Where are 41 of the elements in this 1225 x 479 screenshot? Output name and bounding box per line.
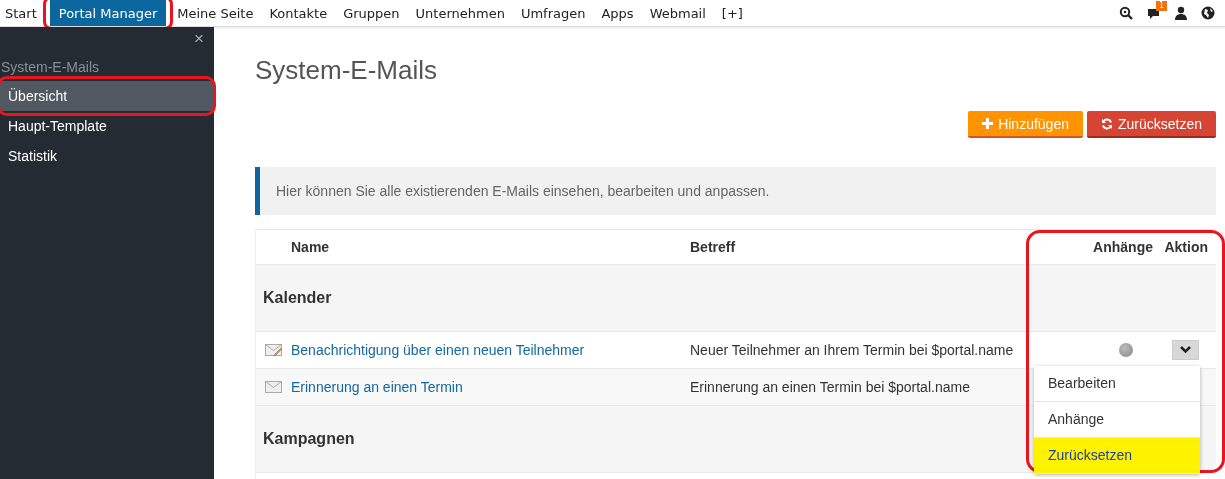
nav-tab[interactable]: Portal Manager <box>49 0 167 26</box>
subject-cell-text: Erinnerung an einen Termin bei $portal.name <box>690 379 971 395</box>
attachment-indicator <box>1119 343 1133 357</box>
subject-cell-text: Neuer Teilnehmer an Ihrem Termin bei $portal.name <box>690 342 1015 358</box>
nav-tab[interactable]: Start <box>0 0 42 26</box>
envelope-icon <box>265 380 282 394</box>
nav-tab[interactable]: Kontakte <box>264 0 333 26</box>
nav-tab[interactable]: Apps <box>596 0 639 26</box>
nav-tab[interactable]: Meine Seite <box>172 0 259 26</box>
column-header: Betreff <box>690 239 737 255</box>
reset-button[interactable]: Zurücksetzen <box>1086 111 1216 138</box>
sidebar-item[interactable]: Haupt-Template <box>0 111 214 141</box>
nav-tab[interactable]: [+] <box>716 0 748 26</box>
page-title: System-E-Mails <box>255 55 438 85</box>
chevron-down-icon <box>1180 346 1191 354</box>
nav-tab[interactable]: Umfragen <box>515 0 591 26</box>
nav-tab[interactable]: Unternehmen <box>410 0 510 26</box>
sidebar-item[interactable]: Statistik <box>0 141 214 171</box>
sidebar-heading: System-E-Mails <box>0 58 100 77</box>
envelope-icon <box>265 343 282 357</box>
plus-icon <box>982 118 994 129</box>
group-heading: Kalender <box>262 289 332 307</box>
search-icon[interactable] <box>1119 6 1133 20</box>
nav-tab[interactable]: Gruppen <box>338 0 405 26</box>
info-text: Hier können Sie alle existierenden E-Mails einsehen, bearbeiten und anpassen. <box>276 183 770 199</box>
close-button[interactable]: × <box>194 29 204 49</box>
column-header: Name <box>291 239 331 255</box>
chat-icon[interactable] <box>1147 6 1161 20</box>
notification-badge: 1 <box>1156 1 1168 11</box>
nav-tab[interactable]: Webmail <box>644 0 711 26</box>
mail-link[interactable]: Benachrichtigung über einen neuen Teilnehmer <box>291 342 585 358</box>
user-icon[interactable] <box>1175 6 1187 20</box>
column-header: Aktion <box>1163 239 1209 255</box>
group-heading: Kampagnen <box>262 430 355 448</box>
refresh-icon <box>1100 117 1113 130</box>
mail-link[interactable]: Erinnerung an einen Termin <box>291 379 463 395</box>
menu-item[interactable]: Zurücksetzen <box>1034 438 1200 474</box>
column-header: Anhänge <box>1092 239 1153 255</box>
globe-icon[interactable] <box>1201 6 1215 20</box>
action-dropdown-button[interactable] <box>1172 340 1199 360</box>
sidebar-item[interactable]: Übersicht <box>0 81 214 111</box>
